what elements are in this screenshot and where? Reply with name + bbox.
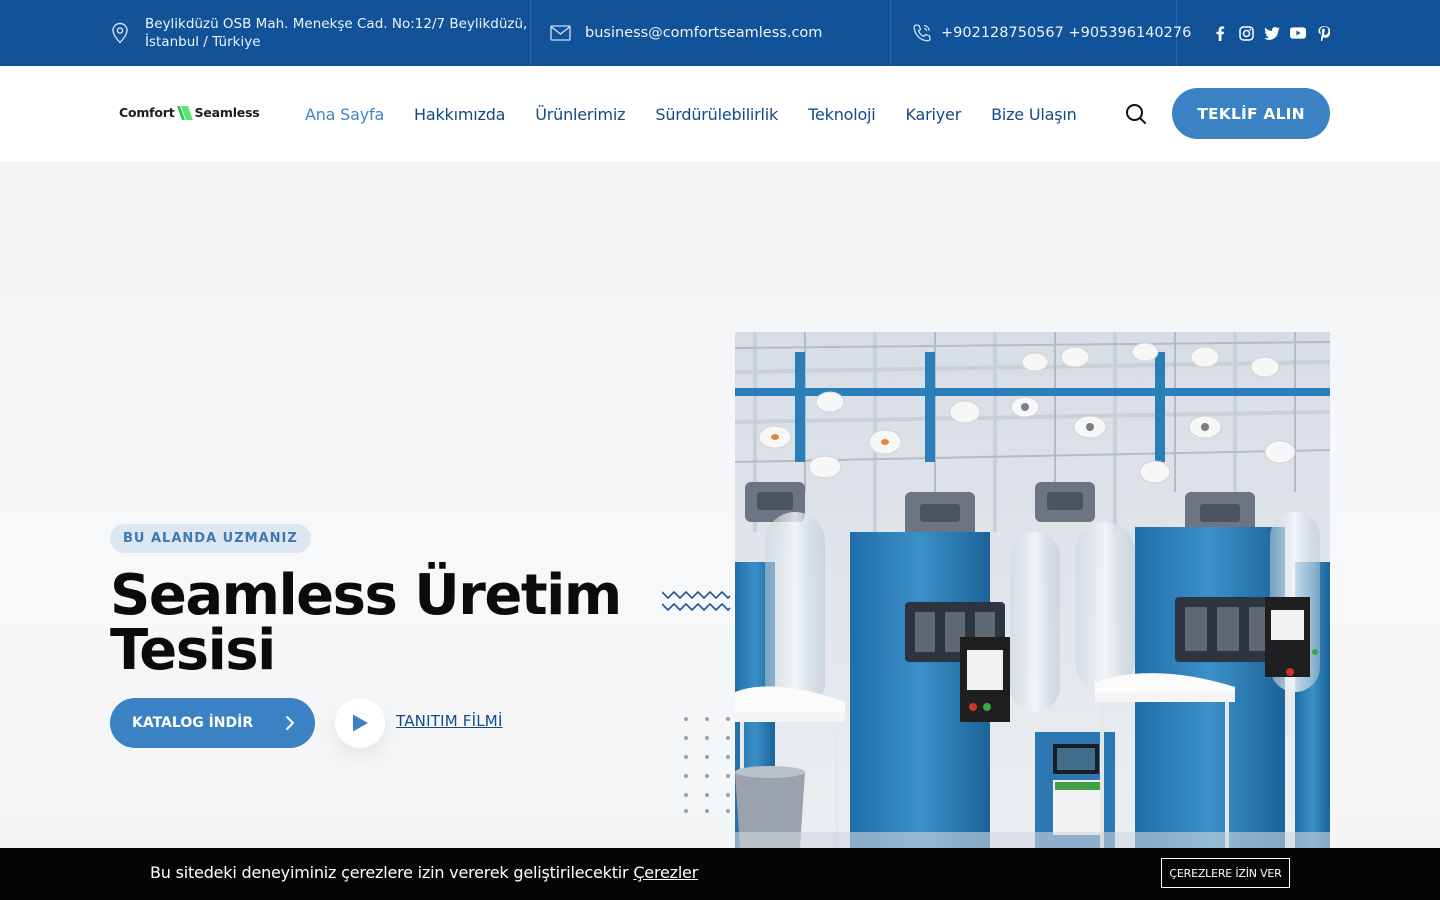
- accept-cookies-button[interactable]: ÇEREZLERE İZİN VER: [1161, 858, 1290, 888]
- address-line-2: İstanbul / Türkiye: [145, 34, 261, 50]
- main-nav: Ana Sayfa Hakkımızda Ürünlerimiz Sürdürü…: [305, 66, 1077, 162]
- cookie-policy-link[interactable]: Çerezler: [633, 863, 698, 882]
- facebook-icon[interactable]: [1212, 25, 1228, 41]
- nav-item-career[interactable]: Kariyer: [906, 105, 962, 124]
- chevron-right-icon: [286, 716, 294, 730]
- hero-section: BU ALANDA UZMANIZ Seamless Üretim Tesisi…: [0, 162, 1440, 848]
- hero-title: Seamless Üretim Tesisi: [110, 568, 630, 679]
- get-quote-button[interactable]: TEKLİF ALIN: [1172, 88, 1330, 139]
- dot-grid-decoration: [684, 717, 730, 813]
- envelope-icon: [550, 25, 571, 41]
- intro-film-link[interactable]: TANITIM FİLMİ: [396, 712, 503, 730]
- social-links: [1212, 0, 1332, 66]
- search-icon[interactable]: [1124, 102, 1148, 126]
- phone-block[interactable]: +902128750567 +905396140276: [912, 0, 1191, 66]
- hero-badge: BU ALANDA UZMANIZ: [110, 524, 311, 553]
- cookie-banner: Bu sitedeki deneyiminiz çerezlere izin v…: [0, 848, 1440, 900]
- cookie-message: Bu sitedeki deneyiminiz çerezlere izin v…: [150, 863, 698, 882]
- logo-word-comfort: Comfort: [119, 105, 175, 120]
- main-header: Comfort Seamless Ana Sayfa Hakkımızda Ür…: [0, 66, 1440, 162]
- email-block[interactable]: business@comfortseamless.com: [550, 0, 822, 66]
- play-video-button[interactable]: [335, 698, 385, 748]
- twitter-icon[interactable]: [1264, 25, 1280, 41]
- phone-numbers[interactable]: +902128750567 +905396140276: [941, 24, 1191, 42]
- location-pin-icon: [110, 22, 130, 44]
- nav-item-home[interactable]: Ana Sayfa: [305, 105, 384, 124]
- logo-mark-icon: [176, 105, 193, 120]
- nav-item-contact[interactable]: Bize Ulaşın: [991, 105, 1077, 124]
- youtube-icon[interactable]: [1290, 25, 1306, 41]
- pinterest-icon[interactable]: [1316, 25, 1332, 41]
- instagram-icon[interactable]: [1238, 25, 1254, 41]
- phone-icon: [912, 23, 932, 43]
- hero-title-line-2: Tesisi: [110, 618, 276, 683]
- nav-item-technology[interactable]: Teknoloji: [808, 105, 876, 124]
- email-link[interactable]: business@comfortseamless.com: [585, 24, 822, 42]
- play-icon: [353, 714, 368, 732]
- download-catalog-label: KATALOG İNDİR: [132, 715, 254, 731]
- cookie-message-text: Bu sitedeki deneyiminiz çerezlere izin v…: [150, 863, 629, 882]
- address-line-1: Beylikdüzü OSB Mah. Menekşe Cad. No:12/7…: [145, 16, 528, 32]
- download-catalog-button[interactable]: KATALOG İNDİR: [110, 698, 315, 748]
- top-info-bar: Beylikdüzü OSB Mah. Menekşe Cad. No:12/7…: [0, 0, 1440, 66]
- nav-item-products[interactable]: Ürünlerimiz: [535, 105, 625, 124]
- zigzag-decoration: [662, 590, 731, 612]
- nav-item-about[interactable]: Hakkımızda: [414, 105, 505, 124]
- logo-word-seamless: Seamless: [194, 105, 260, 120]
- nav-item-sustainability[interactable]: Sürdürülebilirlik: [655, 105, 778, 124]
- site-logo[interactable]: Comfort Seamless: [119, 105, 260, 120]
- factory-machines-image: [735, 332, 1330, 848]
- address-block: Beylikdüzü OSB Mah. Menekşe Cad. No:12/7…: [110, 0, 527, 66]
